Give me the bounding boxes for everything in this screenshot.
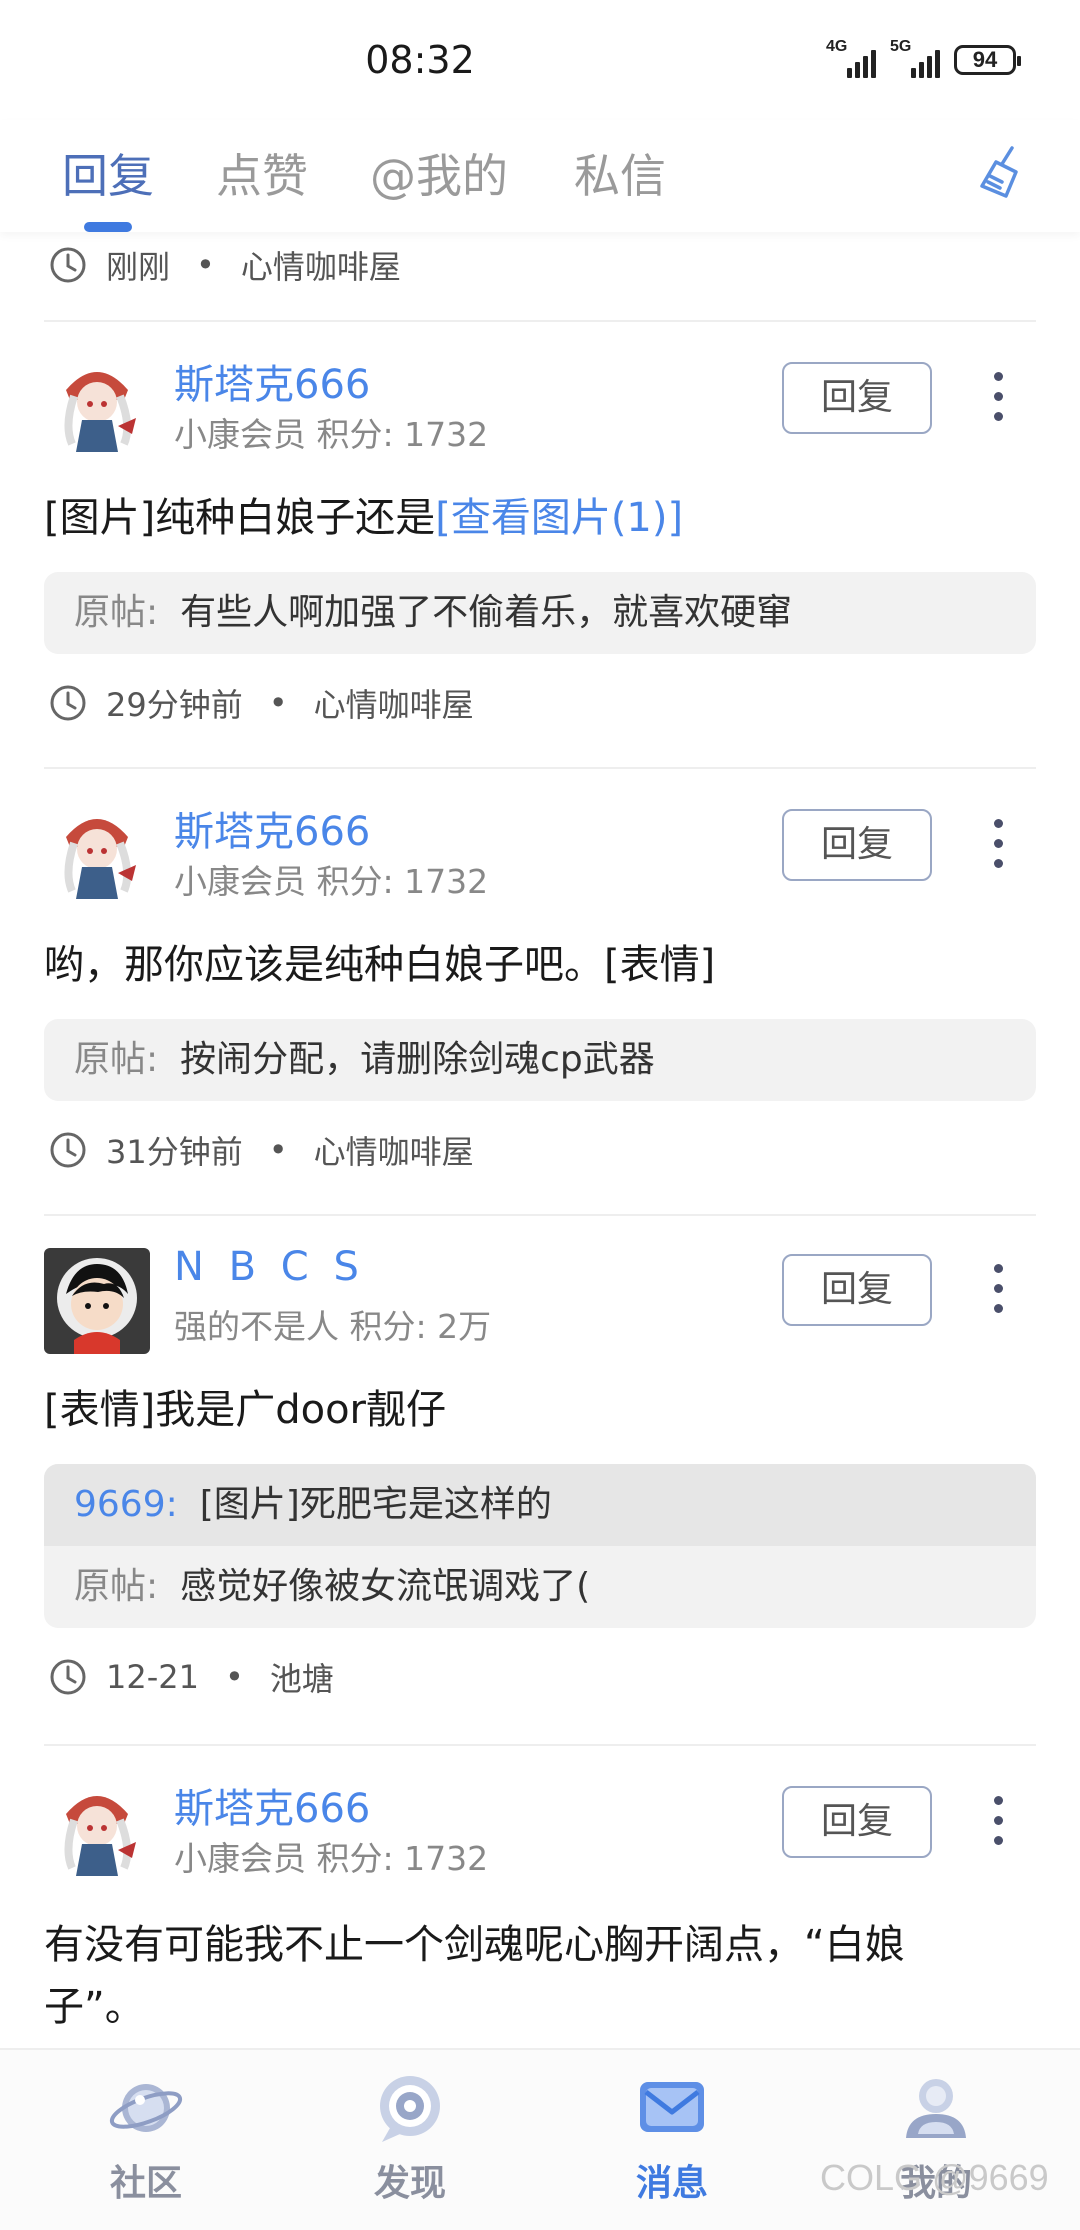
- active-tab-indicator: [84, 222, 132, 232]
- reply-button[interactable]: 回复: [782, 1254, 932, 1326]
- forum-name[interactable]: 池塘: [270, 1654, 334, 1700]
- planet-icon: [109, 2084, 183, 2132]
- nav-label: 消息: [635, 2163, 708, 2204]
- discover-target-icon: [380, 2076, 440, 2142]
- clear-broom-icon[interactable]: [972, 142, 1036, 206]
- status-icons: 4G 5G 94: [826, 38, 1021, 78]
- network-5g-label: 5G: [890, 38, 912, 55]
- post-meta: 29分钟前 • 心情咖啡屋: [48, 680, 474, 726]
- forum-name[interactable]: 心情咖啡屋: [314, 680, 474, 726]
- avatar[interactable]: [44, 1780, 150, 1886]
- quote-label: 原帖:: [74, 592, 159, 633]
- user-points: 积分: 1732: [316, 862, 489, 901]
- user-level: 小康会员 积分: 1732: [174, 408, 488, 456]
- user-title: 小康会员: [174, 415, 306, 454]
- original-post-quote[interactable]: 原帖: 按闹分配，请删除剑魂cp武器: [44, 1019, 1036, 1101]
- tab-mentions[interactable]: @我的: [370, 140, 508, 206]
- quote-row: 原帖: 感觉好像被女流氓调戏了(: [44, 1546, 1036, 1628]
- more-options-icon[interactable]: [984, 1796, 1012, 1852]
- reply-content: 有没有可能我不止一个剑魂呢心胸开阔点，“白娘子”。: [44, 1922, 905, 2030]
- avatar[interactable]: [44, 1248, 150, 1354]
- quote-text: 按闹分配，请删除剑魂cp武器: [180, 1039, 655, 1080]
- nav-messages[interactable]: 消息: [592, 2072, 752, 2206]
- nav-label: 发现: [373, 2163, 446, 2204]
- user-title: 小康会员: [174, 1839, 306, 1878]
- post-time: 31分钟前: [106, 1133, 243, 1171]
- user-points: 积分: 2万: [349, 1307, 492, 1346]
- post-time: 29分钟前: [106, 686, 243, 724]
- tab-reply[interactable]: 回复: [62, 140, 154, 206]
- more-options-icon[interactable]: [984, 1264, 1012, 1320]
- nav-label: 社区: [109, 2163, 182, 2204]
- quoted-user-label: 9669:: [74, 1484, 178, 1525]
- reply-button[interactable]: 回复: [782, 809, 932, 881]
- more-options-icon[interactable]: [984, 819, 1012, 875]
- post-meta: 刚刚 • 心情咖啡屋: [48, 242, 401, 288]
- network-4g-label: 4G: [826, 38, 848, 55]
- username[interactable]: 斯塔克666: [174, 1776, 370, 1834]
- quote-row: 原帖: 有些人啊加强了不偷着乐，就喜欢硬窜: [44, 572, 1036, 654]
- divider: [44, 320, 1036, 322]
- tab-private-messages[interactable]: 私信: [574, 140, 666, 206]
- battery-icon: 94: [954, 45, 1021, 75]
- clock-icon: [50, 247, 86, 283]
- more-options-icon[interactable]: [984, 372, 1012, 428]
- status-bar: 08:32 4G 5G 94: [0, 0, 1080, 120]
- nav-discover[interactable]: 发现: [330, 2072, 490, 2206]
- username[interactable]: 斯塔克666: [174, 799, 370, 857]
- user-level: 强的不是人 积分: 2万: [174, 1300, 491, 1348]
- user-points: 积分: 1732: [316, 415, 489, 454]
- clock-icon: [50, 1659, 86, 1695]
- reply-button[interactable]: 回复: [782, 362, 932, 434]
- message-tabs: 回复 点赞 @我的 私信: [0, 120, 1080, 232]
- quote-row: 原帖: 按闹分配，请删除剑魂cp武器: [44, 1019, 1036, 1101]
- quoted-reply-row: 9669: [图片]死肥宅是这样的: [44, 1464, 1036, 1546]
- user-points: 积分: 1732: [316, 1839, 489, 1878]
- reply-content: 哟，那你应该是纯种白娘子吧。[表情]: [44, 942, 716, 988]
- original-post-quote[interactable]: 9669: [图片]死肥宅是这样的 原帖: 感觉好像被女流氓调戏了(: [44, 1464, 1036, 1628]
- view-images-link[interactable]: [查看图片(1)]: [435, 495, 683, 541]
- forum-name[interactable]: 心情咖啡屋: [241, 242, 401, 288]
- quoted-reply-text: [图片]死肥宅是这样的: [199, 1484, 552, 1525]
- clock-icon: [50, 685, 86, 721]
- post-meta: 12-21 • 池塘: [48, 1654, 334, 1700]
- user-level: 小康会员 积分: 1732: [174, 1832, 488, 1880]
- forum-name[interactable]: 心情咖啡屋: [314, 1127, 474, 1173]
- post-time: 刚刚: [106, 248, 171, 286]
- nav-community[interactable]: 社区: [66, 2072, 226, 2206]
- reply-button[interactable]: 回复: [782, 1786, 932, 1858]
- reply-content: [图片]纯种白娘子还是[查看图片(1)]: [44, 490, 1004, 546]
- username[interactable]: 斯塔克666: [174, 352, 370, 410]
- reply-feed: 刚刚 • 心情咖啡屋 斯塔克666 小康会员 积分: 1732 回复 [图片]纯…: [0, 232, 1080, 2048]
- avatar[interactable]: [44, 803, 150, 909]
- reply-text: [图片]纯种白娘子还是: [44, 495, 436, 541]
- quote-label: 原帖:: [74, 1039, 159, 1080]
- mail-icon: [640, 2082, 704, 2132]
- avatar[interactable]: [44, 356, 150, 462]
- quote-text: 有些人啊加强了不偷着乐，就喜欢硬窜: [180, 592, 793, 633]
- original-post-quote[interactable]: 原帖: 有些人啊加强了不偷着乐，就喜欢硬窜: [44, 572, 1036, 654]
- user-level: 小康会员 积分: 1732: [174, 855, 488, 903]
- username[interactable]: N B C S: [174, 1244, 365, 1290]
- user-icon: [906, 2079, 966, 2138]
- divider: [44, 767, 1036, 769]
- tab-likes[interactable]: 点赞: [216, 140, 308, 206]
- bottom-navigation: 社区 发现 消息 我的 COLG @9669: [0, 2048, 1080, 2230]
- post-meta: 31分钟前 • 心情咖啡屋: [48, 1127, 474, 1173]
- watermark: COLG @9669: [820, 2157, 1049, 2198]
- user-title: 小康会员: [174, 862, 306, 901]
- signal-5g-icon: 5G: [890, 38, 940, 78]
- reply-content: [表情]我是广door靓仔: [44, 1387, 446, 1433]
- signal-4g-icon: 4G: [826, 38, 876, 78]
- user-title: 强的不是人: [174, 1307, 339, 1346]
- quote-label: 原帖:: [74, 1566, 159, 1607]
- divider: [44, 1214, 1036, 1216]
- post-time: 12-21: [106, 1658, 199, 1696]
- clock-icon: [50, 1132, 86, 1168]
- divider: [44, 1744, 1036, 1746]
- status-time: 08:32: [365, 38, 475, 82]
- quote-text: 感觉好像被女流氓调戏了(: [180, 1566, 591, 1607]
